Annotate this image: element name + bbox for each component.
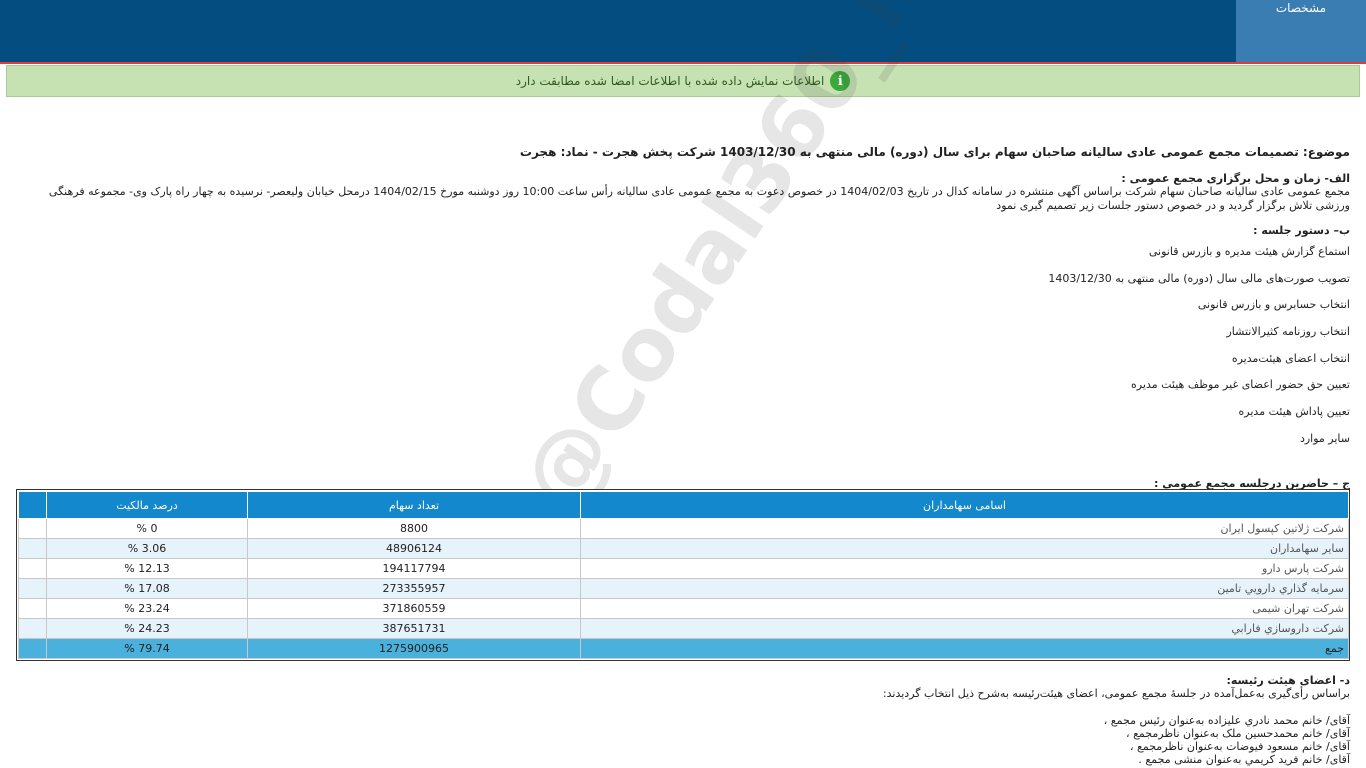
agenda-item: انتخاب حسابرس و بازرس قانونی — [1197, 298, 1350, 311]
ownership-percent: 24.23 % — [46, 618, 248, 639]
ownership-percent: 0 % — [46, 518, 248, 539]
table-row: شرکت داروسازي فارابي 387651731 24.23 % — [18, 618, 1349, 639]
empty-cell — [18, 558, 47, 579]
empty-cell — [18, 618, 47, 639]
share-count: 194117794 — [247, 558, 581, 579]
notice-banner: i اطلاعات نمایش داده شده با اطلاعات امضا… — [6, 65, 1360, 97]
header-empty — [18, 491, 47, 519]
header-share-count: تعداد سهام — [247, 491, 581, 519]
tab-details[interactable]: مشخصات — [1236, 0, 1366, 62]
shareholder-name: سایر سهامداران — [580, 538, 1349, 559]
board-member: آقای/ خانم محمدحسين ملک به‌عنوان ناظرمجم… — [1126, 727, 1350, 740]
board-member: آقای/ خانم مسعود فيوضات به‌عنوان ناظرمجم… — [1129, 740, 1350, 753]
table-header-row: اسامی سهامداران تعداد سهام درصد مالکیت — [18, 491, 1349, 519]
ownership-percent: 17.08 % — [46, 578, 248, 599]
empty-cell — [18, 638, 47, 659]
section-a-body: مجمع عمومی عادی سالیانه صاحبان سهام شرکت… — [48, 185, 1350, 212]
section-d-title: د- اعضای هیئت رئیسه: — [1226, 674, 1350, 687]
shareholder-name: سرمايه گذاري دارويي تامين — [580, 578, 1349, 599]
empty-cell — [18, 518, 47, 539]
agenda-item: انتخاب اعضای هیئت‌مدیره — [1231, 352, 1350, 365]
agenda-item: انتخاب روزنامه کثیرالانتشار — [1226, 325, 1350, 338]
shareholder-name: شرکت ژلاتین کپسول ایران — [580, 518, 1349, 539]
board-member: آقای/ خانم محمد نادري عليزاده به‌عنوان ر… — [1103, 714, 1350, 727]
empty-cell — [18, 538, 47, 559]
shareholder-name: شرکت پارس دارو — [580, 558, 1349, 579]
total-shares: 1275900965 — [247, 638, 581, 659]
top-bar: مشخصات — [0, 0, 1366, 62]
header-ownership-percent: درصد مالکیت — [46, 491, 248, 519]
share-count: 48906124 — [247, 538, 581, 559]
share-count: 8800 — [247, 518, 581, 539]
section-a-title: الف- زمان و محل برگزاری مجمع عمومی : — [1121, 172, 1350, 185]
agenda-item: تعیین حق حضور اعضای غیر موظف هیئت مدیره — [1131, 378, 1350, 391]
info-icon: i — [830, 71, 851, 91]
agenda-item: تصویب صورت‌های مالی سال (دوره) مالی منته… — [1048, 272, 1350, 285]
table-row: سرمايه گذاري دارويي تامين 273355957 17.0… — [18, 578, 1349, 599]
board-member: آقای/ خانم فريد کريمي به‌عنوان منشی مجمع… — [1138, 753, 1350, 766]
share-count: 387651731 — [247, 618, 581, 639]
total-percent: 79.74 % — [46, 638, 248, 659]
section-b-title: ب– دستور جلسه : — [1253, 224, 1350, 237]
agenda-item: تعیین پاداش هیئت مدیره — [1238, 405, 1350, 418]
ownership-percent: 3.06 % — [46, 538, 248, 559]
notice-text: اطلاعات نمایش داده شده با اطلاعات امضا ش… — [515, 74, 825, 88]
shareholder-name: شرکت داروسازي فارابي — [580, 618, 1349, 639]
table-row: شرکت تهران شیمی 371860559 23.24 % — [18, 598, 1349, 619]
total-label: جمع — [580, 638, 1349, 659]
empty-cell — [18, 598, 47, 619]
total-row: جمع 1275900965 79.74 % — [18, 638, 1349, 659]
table-row: شرکت پارس دارو 194117794 12.13 % — [18, 558, 1349, 579]
section-d-body: براساس رأی‌گیری به‌عمل‌آمده در جلسهٔ مجم… — [882, 687, 1350, 700]
ownership-percent: 23.24 % — [46, 598, 248, 619]
top-bar-divider — [0, 62, 1366, 64]
table-row: شرکت ژلاتین کپسول ایران 8800 0 % — [18, 518, 1349, 539]
table-row: سایر سهامداران 48906124 3.06 % — [18, 538, 1349, 559]
report-subject: موضوع: تصمیمات مجمع عمومی عادی سالیانه ص… — [519, 145, 1350, 159]
shareholder-name: شرکت تهران شیمی — [580, 598, 1349, 619]
header-shareholder-names: اسامی سهامداران — [580, 491, 1349, 519]
shareholders-table: اسامی سهامداران تعداد سهام درصد مالکیت ش… — [16, 489, 1350, 661]
share-count: 273355957 — [247, 578, 581, 599]
share-count: 371860559 — [247, 598, 581, 619]
empty-cell — [18, 578, 47, 599]
agenda-item: استماع گزارش هیئت مدیره و بازرس قانونی — [1148, 245, 1350, 258]
agenda-item: سایر موارد — [1299, 432, 1350, 445]
ownership-percent: 12.13 % — [46, 558, 248, 579]
